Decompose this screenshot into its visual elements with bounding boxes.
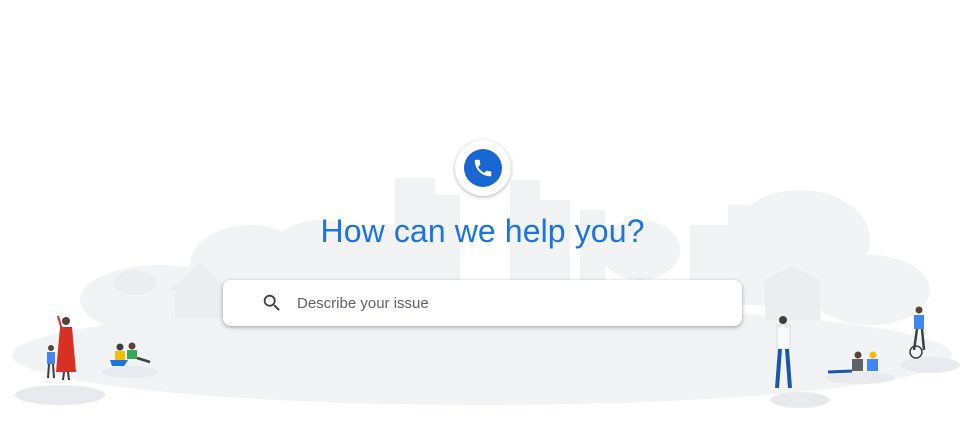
page-title: How can we help you? [320, 213, 645, 249]
search-icon[interactable] [261, 292, 283, 314]
search-bar[interactable] [223, 280, 742, 326]
search-input[interactable] [295, 287, 719, 319]
phone-logo-badge [464, 149, 502, 187]
product-logo [455, 140, 511, 196]
phone-icon [474, 159, 492, 177]
help-page: How can we help you? [0, 0, 965, 427]
